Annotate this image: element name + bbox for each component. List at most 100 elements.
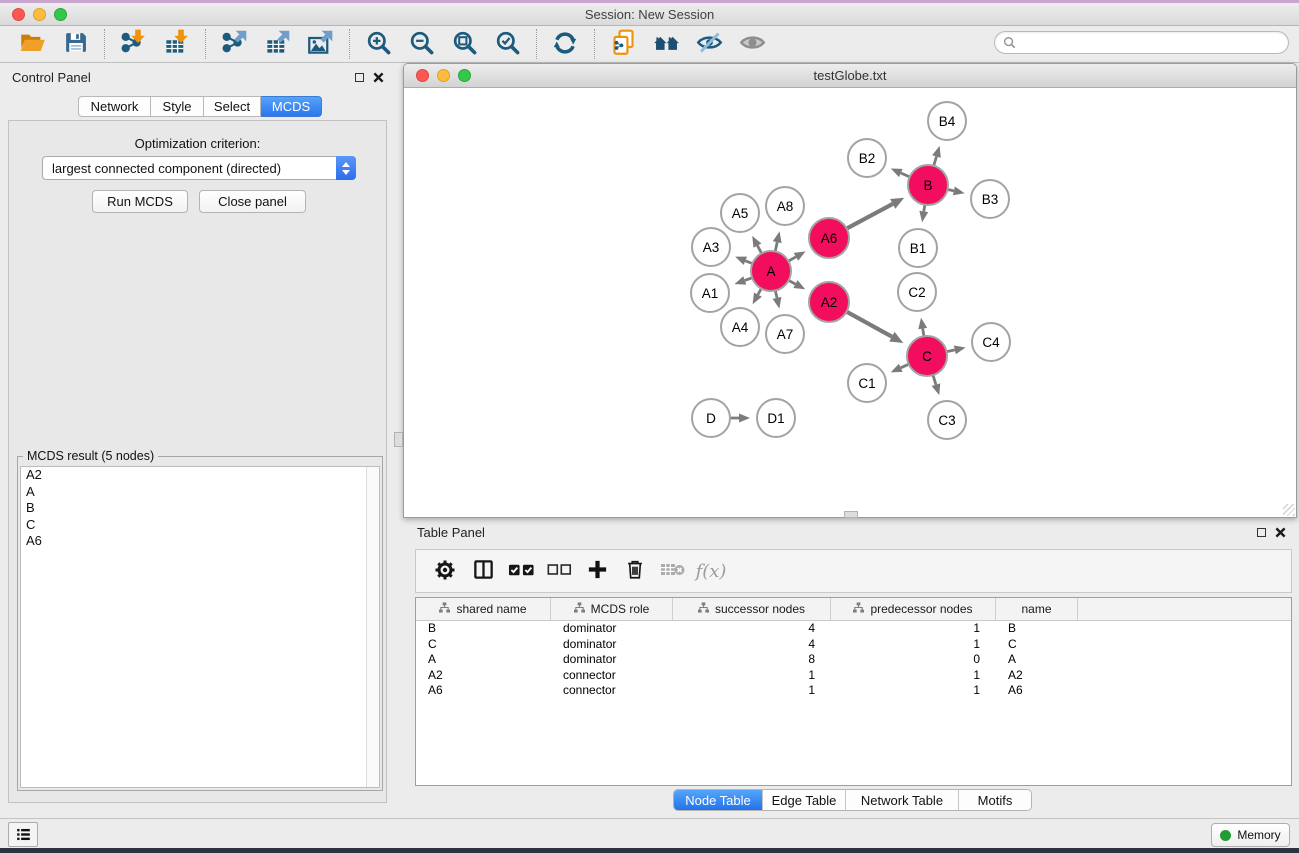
vertical-splitter-grip[interactable] <box>394 432 403 447</box>
graph-node-C2[interactable]: C2 <box>898 273 936 311</box>
cell-successor-nodes[interactable]: 8 <box>673 652 831 668</box>
graph-node-C3[interactable]: C3 <box>928 401 966 439</box>
first-neighbors-button[interactable] <box>648 28 684 60</box>
column-header-shared-name[interactable]: shared name <box>416 598 551 620</box>
table-row[interactable]: Adominator80A <box>416 652 1291 668</box>
export-network-button[interactable] <box>216 28 252 60</box>
tab-motifs[interactable]: Motifs <box>959 790 1031 810</box>
cell-predecessor-nodes[interactable]: 1 <box>831 683 996 699</box>
graph-node-A1[interactable]: A1 <box>691 274 729 312</box>
cell-predecessor-nodes[interactable]: 0 <box>831 652 996 668</box>
graph-node-B1[interactable]: B1 <box>899 229 937 267</box>
column-header-predecessor-nodes[interactable]: predecessor nodes <box>831 598 996 620</box>
close-panel-button[interactable]: Close panel <box>199 190 306 213</box>
graph-node-D1[interactable]: D1 <box>757 399 795 437</box>
search-input[interactable] <box>1021 36 1280 50</box>
optimization-criterion-select[interactable]: largest connected component (directed) <box>42 156 356 180</box>
show-all-button[interactable] <box>734 28 770 60</box>
cell-MCDS-role[interactable]: connector <box>551 668 673 684</box>
network-minimize-icon[interactable] <box>437 69 450 82</box>
tab-select[interactable]: Select <box>204 96 261 117</box>
export-table-button[interactable] <box>259 28 295 60</box>
add-column-button[interactable] <box>580 554 614 588</box>
result-list-scrollbar[interactable] <box>366 467 379 787</box>
table-row[interactable]: A2connector11A2 <box>416 668 1291 684</box>
graph-node-A5[interactable]: A5 <box>721 194 759 232</box>
cell-name[interactable]: A2 <box>996 668 1078 684</box>
tab-node-table[interactable]: Node Table <box>674 790 763 810</box>
cell-shared-name[interactable]: B <box>416 621 551 637</box>
zoom-selected-button[interactable] <box>489 28 525 60</box>
column-header-MCDS-role[interactable]: MCDS role <box>551 598 673 620</box>
table-row[interactable]: A6connector11A6 <box>416 683 1291 699</box>
cell-successor-nodes[interactable]: 4 <box>673 637 831 653</box>
cell-predecessor-nodes[interactable]: 1 <box>831 621 996 637</box>
graph-node-C4[interactable]: C4 <box>972 323 1010 361</box>
cell-successor-nodes[interactable]: 1 <box>673 683 831 699</box>
zoom-in-button[interactable] <box>360 28 396 60</box>
cell-MCDS-role[interactable]: dominator <box>551 621 673 637</box>
cell-MCDS-role[interactable]: connector <box>551 683 673 699</box>
zoom-window-icon[interactable] <box>54 8 67 21</box>
table-settings-button[interactable] <box>428 554 462 588</box>
export-image-button[interactable] <box>302 28 338 60</box>
network-close-icon[interactable] <box>416 69 429 82</box>
cell-shared-name[interactable]: A2 <box>416 668 551 684</box>
table-row[interactable]: Bdominator41B <box>416 621 1291 637</box>
graph-node-C[interactable]: C <box>907 336 947 376</box>
hide-selected-button[interactable] <box>691 28 727 60</box>
zoom-out-button[interactable] <box>403 28 439 60</box>
close-table-panel-icon[interactable] <box>1275 527 1286 538</box>
result-list-item[interactable]: A6 <box>21 533 379 550</box>
tab-network-table[interactable]: Network Table <box>846 790 959 810</box>
network-canvas[interactable]: B4B2BB3A8A5A6A3B1AC2A1A2A4A7C4CC1DD1C3 <box>404 88 1296 517</box>
graph-node-B[interactable]: B <box>908 165 948 205</box>
column-visibility-button[interactable] <box>466 554 500 588</box>
cell-successor-nodes[interactable]: 1 <box>673 668 831 684</box>
graph-node-A8[interactable]: A8 <box>766 187 804 225</box>
result-list-item[interactable]: B <box>21 500 379 517</box>
delete-column-button[interactable] <box>618 554 652 588</box>
tab-mcds[interactable]: MCDS <box>261 96 322 117</box>
table-row[interactable]: Cdominator41C <box>416 637 1291 653</box>
graph-node-B3[interactable]: B3 <box>971 180 1009 218</box>
graph-node-A7[interactable]: A7 <box>766 315 804 353</box>
graph-node-B2[interactable]: B2 <box>848 139 886 177</box>
select-all-rows-button[interactable] <box>504 554 538 588</box>
window-resize-grip[interactable] <box>1283 504 1295 516</box>
close-panel-icon[interactable] <box>373 72 384 83</box>
deselect-all-rows-button[interactable] <box>542 554 576 588</box>
tab-edge-table[interactable]: Edge Table <box>763 790 846 810</box>
column-header-name[interactable]: name <box>996 598 1078 620</box>
float-table-panel-icon[interactable] <box>1257 528 1266 537</box>
graph-node-A2[interactable]: A2 <box>809 282 849 322</box>
cell-name[interactable]: B <box>996 621 1078 637</box>
zoom-fit-button[interactable] <box>446 28 482 60</box>
result-list-item[interactable]: A2 <box>21 467 379 484</box>
cell-shared-name[interactable]: A6 <box>416 683 551 699</box>
float-panel-icon[interactable] <box>355 73 364 82</box>
cell-MCDS-role[interactable]: dominator <box>551 637 673 653</box>
cell-name[interactable]: C <box>996 637 1078 653</box>
result-list-item[interactable]: A <box>21 484 379 501</box>
column-header-successor-nodes[interactable]: successor nodes <box>673 598 831 620</box>
cell-shared-name[interactable]: A <box>416 652 551 668</box>
cell-name[interactable]: A6 <box>996 683 1078 699</box>
graph-node-A[interactable]: A <box>751 251 791 291</box>
apply-layout-button[interactable] <box>547 28 583 60</box>
import-network-button[interactable] <box>115 28 151 60</box>
task-history-button[interactable] <box>8 822 38 847</box>
save-session-button[interactable] <box>57 28 93 60</box>
open-file-button[interactable] <box>14 28 50 60</box>
result-list-item[interactable]: C <box>21 517 379 534</box>
cell-predecessor-nodes[interactable]: 1 <box>831 637 996 653</box>
graph-node-A3[interactable]: A3 <box>692 228 730 266</box>
cell-MCDS-role[interactable]: dominator <box>551 652 673 668</box>
graph-node-A4[interactable]: A4 <box>721 308 759 346</box>
network-zoom-icon[interactable] <box>458 69 471 82</box>
new-network-from-selection-button[interactable] <box>605 28 641 60</box>
cell-predecessor-nodes[interactable]: 1 <box>831 668 996 684</box>
cell-name[interactable]: A <box>996 652 1078 668</box>
memory-button[interactable]: Memory <box>1211 823 1290 847</box>
graph-node-A6[interactable]: A6 <box>809 218 849 258</box>
